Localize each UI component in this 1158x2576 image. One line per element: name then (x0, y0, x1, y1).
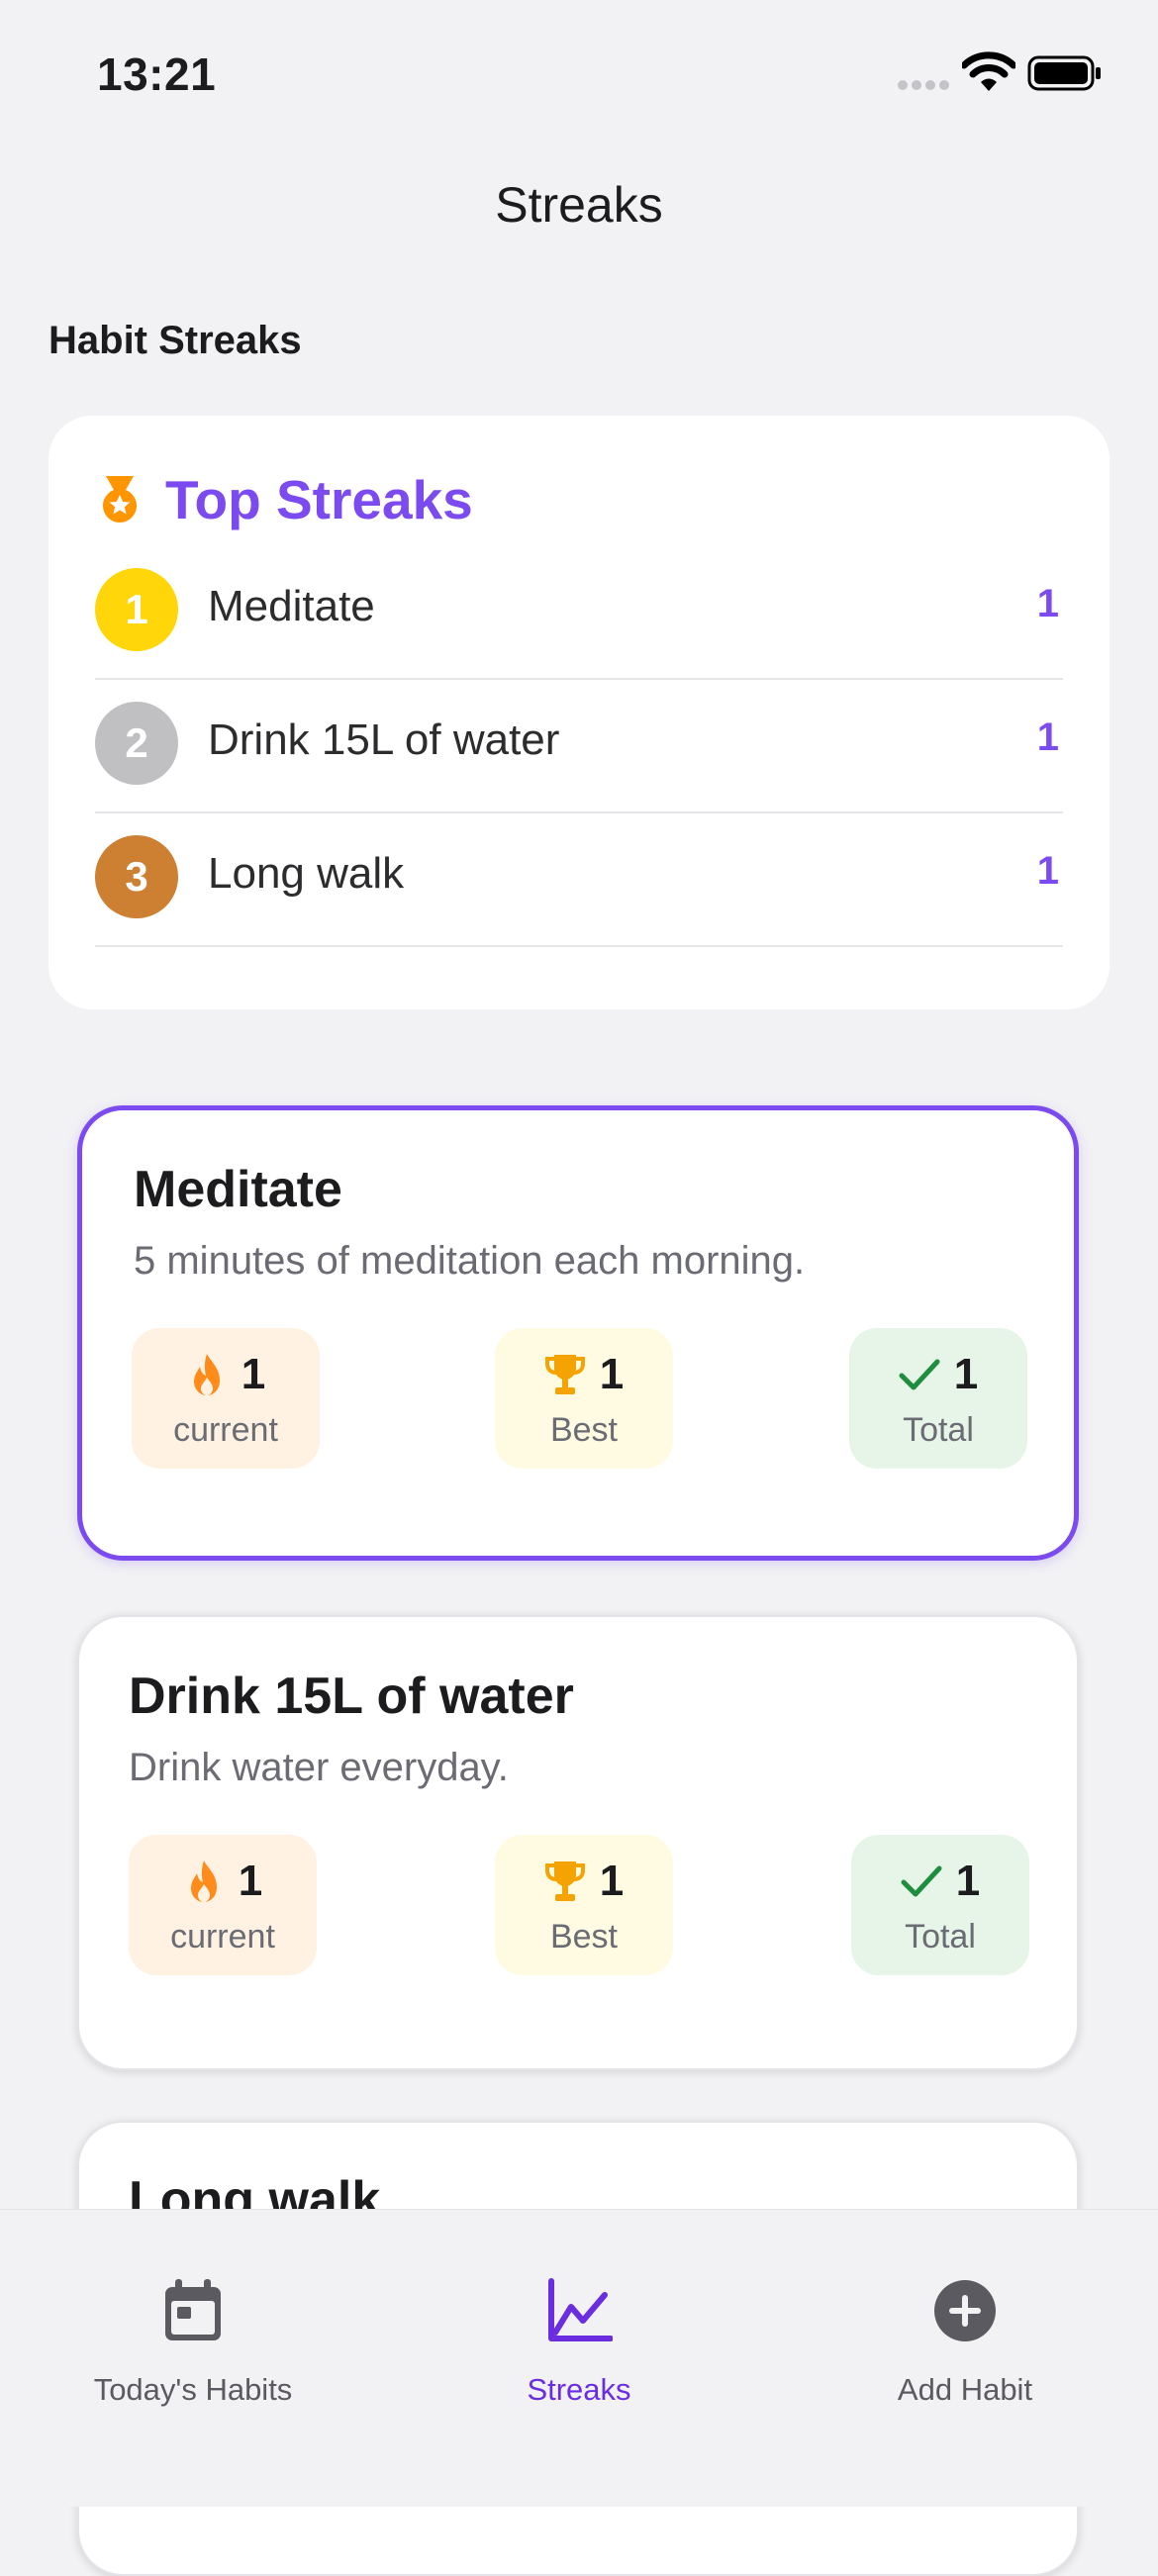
top-streak-value: 1 (1036, 716, 1059, 759)
habit-description: 5 minutes of meditation each morning. (134, 1239, 806, 1283)
best-streak-value: 1 (599, 1350, 625, 1398)
status-time: 13:21 (97, 48, 217, 100)
current-streak-label: current (170, 1918, 275, 1956)
best-streak-value: 1 (599, 1857, 625, 1905)
tab-label: Streaks (527, 2372, 631, 2407)
tab-label: Add Habit (897, 2372, 1033, 2407)
best-streak-stat: 1 Best (495, 1328, 673, 1469)
top-streak-value: 1 (1036, 849, 1059, 893)
total-completions-label: Total (903, 1411, 974, 1449)
habit-card-drink-water[interactable]: Drink 15L of water Drink water everyday.… (77, 1615, 1079, 2070)
checkmark-icon (901, 1865, 942, 1897)
current-streak-stat: 1 current (129, 1835, 317, 1975)
rank-badge: 2 (95, 702, 178, 785)
total-completions-stat: 1 Total (851, 1835, 1029, 1975)
flame-icon (190, 1860, 217, 1902)
tab-add-habit[interactable]: Add Habit (772, 2210, 1158, 2408)
total-completions-value: 1 (955, 1857, 981, 1905)
trophy-icon (544, 1355, 585, 1394)
plus-circle-icon (934, 2280, 996, 2341)
tab-streaks[interactable]: Streaks (386, 2210, 772, 2408)
battery-icon (1027, 55, 1101, 91)
habit-description: Drink water everyday. (129, 1746, 509, 1789)
current-streak-value: 1 (241, 1350, 266, 1398)
current-streak-label: current (173, 1411, 278, 1449)
tab-todays-habits[interactable]: Today's Habits (0, 2210, 386, 2408)
top-streak-name: Meditate (208, 582, 375, 630)
total-completions-value: 1 (953, 1350, 979, 1398)
checkmark-icon (899, 1359, 940, 1390)
status-bar: 13:21 (0, 0, 1158, 148)
top-streak-name: Long walk (208, 849, 405, 898)
wifi-icon (962, 51, 1015, 91)
rank-badge: 1 (95, 568, 178, 651)
tab-bar: Today's Habits Streaks Add Habit (0, 2209, 1158, 2507)
best-streak-label: Best (549, 1918, 619, 1956)
top-streak-name: Drink 15L of water (208, 716, 560, 764)
habit-card-meditate[interactable]: Meditate 5 minutes of meditation each mo… (77, 1105, 1079, 1561)
habit-name: Drink 15L of water (129, 1668, 574, 1725)
current-streak-value: 1 (238, 1857, 263, 1905)
top-streak-row[interactable]: 3 Long walk 1 (95, 811, 1063, 947)
rank-badge: 3 (95, 835, 178, 918)
top-streaks-title: Top Streaks (165, 469, 473, 530)
section-title: Habit Streaks (48, 319, 302, 362)
tab-label: Today's Habits (93, 2372, 293, 2407)
total-completions-stat: 1 Total (849, 1328, 1027, 1469)
current-streak-stat: 1 current (132, 1328, 320, 1469)
cellular-signal-icon (898, 80, 949, 90)
habit-name: Meditate (134, 1161, 342, 1218)
top-streak-row[interactable]: 1 Meditate 1 (95, 544, 1063, 680)
top-streak-value: 1 (1036, 582, 1059, 625)
trophy-icon (544, 1861, 585, 1901)
best-streak-label: Best (549, 1411, 619, 1449)
calendar-icon (165, 2279, 221, 2340)
top-streak-row[interactable]: 2 Drink 15L of water 1 (95, 678, 1063, 813)
chart-icon (548, 2278, 613, 2341)
flame-icon (193, 1354, 220, 1395)
page-title: Streaks (495, 177, 663, 233)
best-streak-stat: 1 Best (495, 1835, 673, 1975)
medal-icon (103, 476, 137, 523)
total-completions-label: Total (905, 1918, 976, 1956)
top-streaks-header: Top Streaks (100, 465, 473, 534)
top-streaks-card: Top Streaks 1 Meditate 1 2 Drink 15L of … (48, 416, 1110, 1009)
